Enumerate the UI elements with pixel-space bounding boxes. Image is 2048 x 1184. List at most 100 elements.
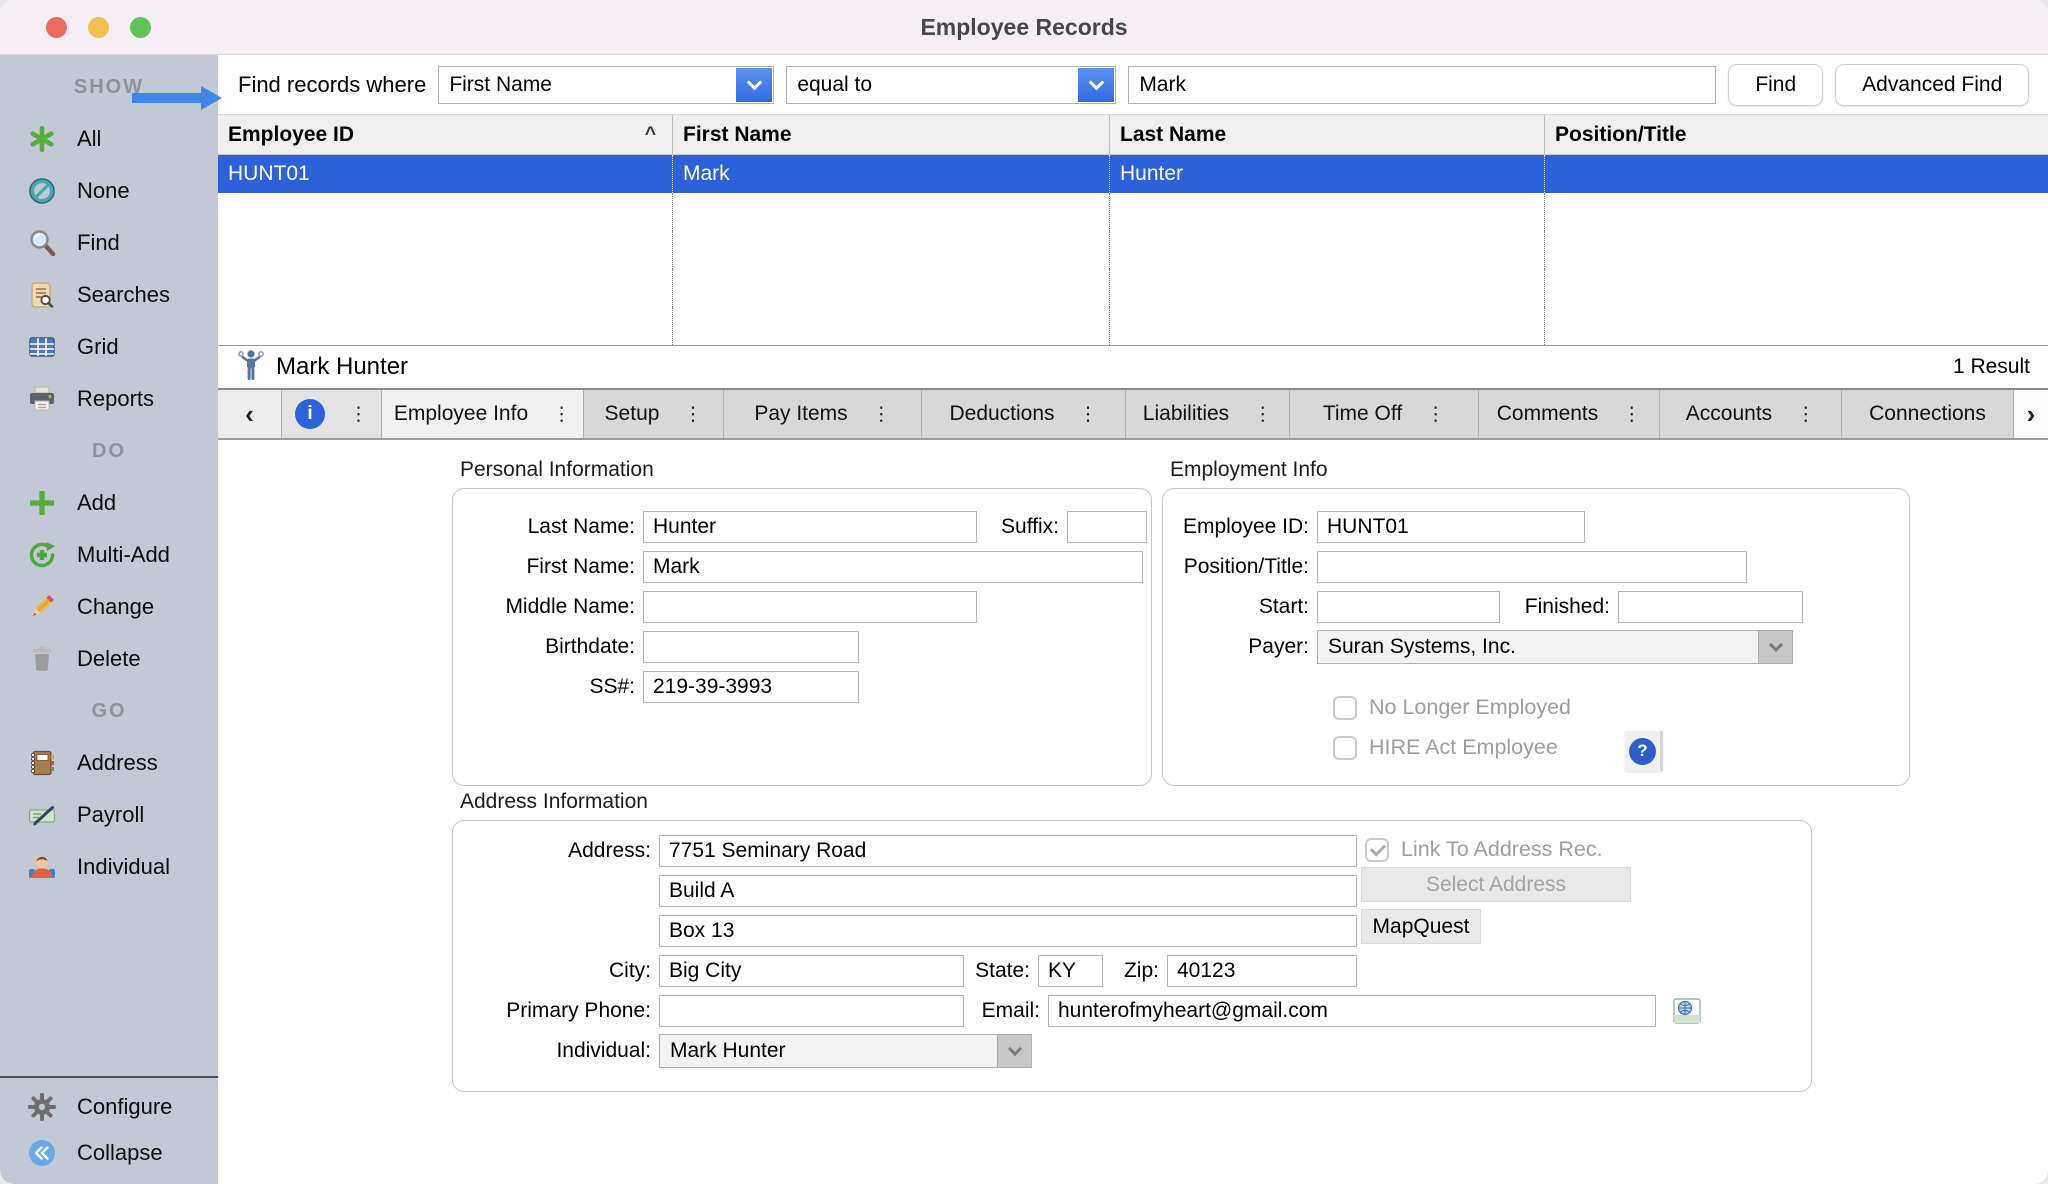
- select-address-button[interactable]: Select Address: [1361, 867, 1631, 902]
- email-www-icon[interactable]: [1672, 997, 1702, 1025]
- gear-icon: [26, 1091, 58, 1123]
- first-name-label: First Name:: [453, 555, 643, 579]
- city-field[interactable]: [659, 955, 964, 987]
- column-header-position-title[interactable]: Position/Title: [1545, 115, 2048, 154]
- state-label: State:: [964, 959, 1038, 983]
- mapquest-button[interactable]: MapQuest: [1361, 909, 1481, 944]
- sidebar-item-add[interactable]: Add: [0, 477, 218, 529]
- close-window-button[interactable]: [46, 17, 67, 38]
- zip-field[interactable]: [1167, 955, 1357, 987]
- sidebar-item-delete[interactable]: Delete: [0, 633, 218, 685]
- last-name-field[interactable]: [643, 511, 977, 543]
- email-field[interactable]: [1048, 995, 1656, 1027]
- sort-ascending-icon[interactable]: ^: [645, 124, 656, 146]
- sidebar-item-change[interactable]: Change: [0, 581, 218, 633]
- tab-menu-dots-icon[interactable]: ⋮: [1622, 403, 1641, 426]
- tab-menu-dots-icon[interactable]: ⋮: [872, 403, 891, 426]
- tab-employee-info[interactable]: Employee Info⋮: [382, 390, 584, 438]
- sidebar-item-label: Grid: [77, 334, 119, 360]
- tab-record-info[interactable]: i ⋮: [282, 390, 382, 438]
- no-longer-employed-checkbox[interactable]: [1333, 696, 1357, 720]
- tab-menu-dots-icon[interactable]: ⋮: [349, 403, 368, 426]
- address-line3-field[interactable]: [659, 915, 1357, 947]
- sidebar-item-none[interactable]: None: [0, 165, 218, 217]
- link-to-address-label: Link To Address Rec.: [1401, 837, 1603, 862]
- trash-icon: [26, 643, 58, 675]
- tab-menu-dots-icon[interactable]: ⋮: [683, 403, 702, 426]
- tab-menu-dots-icon[interactable]: ⋮: [1426, 403, 1445, 426]
- link-to-address-checkbox[interactable]: [1365, 838, 1389, 862]
- table-row-empty[interactable]: [218, 193, 2048, 231]
- sidebar-item-collapse[interactable]: Collapse: [0, 1130, 218, 1176]
- tab-liabilities[interactable]: Liabilities⋮: [1126, 390, 1290, 438]
- employee-id-field[interactable]: [1317, 511, 1585, 543]
- tab-menu-dots-icon[interactable]: ⋮: [1253, 403, 1272, 426]
- cell-last-name: Hunter: [1110, 155, 1545, 193]
- sidebar-item-all[interactable]: All: [0, 113, 218, 165]
- sidebar-item-reports[interactable]: Reports: [0, 373, 218, 425]
- address-line2-field[interactable]: [659, 875, 1357, 907]
- sidebar-item-address[interactable]: Address: [0, 737, 218, 789]
- tab-menu-dots-icon[interactable]: ⋮: [1796, 403, 1815, 426]
- advanced-find-button[interactable]: Advanced Find: [1835, 64, 2029, 106]
- personal-information-group: Personal Information Last Name: Suffix: …: [452, 458, 1152, 786]
- first-name-field[interactable]: [643, 551, 1143, 583]
- middle-name-label: Middle Name:: [453, 595, 643, 619]
- tab-connections[interactable]: Connections: [1842, 390, 2014, 438]
- primary-phone-field[interactable]: [659, 995, 964, 1027]
- ssn-field[interactable]: [643, 671, 859, 703]
- finished-date-field[interactable]: [1618, 591, 1803, 623]
- find-value-input[interactable]: [1128, 66, 1716, 104]
- middle-name-field[interactable]: [643, 591, 977, 623]
- sidebar-item-individual[interactable]: Individual: [0, 841, 218, 893]
- tab-time-off[interactable]: Time Off⋮: [1290, 390, 1479, 438]
- individual-select[interactable]: Mark Hunter: [659, 1034, 1032, 1068]
- find-bar: Find records where First Name equal to F…: [218, 55, 2048, 115]
- address-line1-field[interactable]: [659, 835, 1357, 867]
- chevron-down-icon: [997, 1035, 1031, 1067]
- minimize-window-button[interactable]: [88, 17, 109, 38]
- position-title-field[interactable]: [1317, 551, 1747, 583]
- sidebar-item-find[interactable]: Find: [0, 217, 218, 269]
- tab-accounts[interactable]: Accounts⋮: [1660, 390, 1842, 438]
- suffix-field[interactable]: [1067, 511, 1147, 543]
- tab-pay-items[interactable]: Pay Items⋮: [724, 390, 922, 438]
- tab-setup[interactable]: Setup⋮: [584, 390, 724, 438]
- payer-select[interactable]: Suran Systems, Inc.: [1317, 630, 1793, 664]
- sidebar-item-grid[interactable]: Grid: [0, 321, 218, 373]
- column-header-employee-id[interactable]: Employee ID ^: [218, 115, 673, 154]
- hire-act-help-button[interactable]: ?: [1625, 731, 1663, 771]
- sidebar-item-configure[interactable]: Configure: [0, 1084, 218, 1130]
- hire-act-row: HIRE Act Employee: [1333, 735, 1558, 760]
- find-field-select[interactable]: First Name: [438, 66, 774, 104]
- tab-menu-dots-icon[interactable]: ⋮: [552, 403, 571, 426]
- find-pointer-arrow: [132, 93, 202, 103]
- find-operator-select[interactable]: equal to: [786, 66, 1116, 104]
- start-date-field[interactable]: [1317, 591, 1500, 623]
- find-button[interactable]: Find: [1728, 64, 1823, 106]
- table-row-empty[interactable]: [218, 269, 2048, 307]
- table-row-empty[interactable]: [218, 231, 2048, 269]
- column-header-last-name[interactable]: Last Name: [1110, 115, 1545, 154]
- sidebar-item-multi-add[interactable]: Multi-Add: [0, 529, 218, 581]
- info-icon: i: [295, 399, 325, 429]
- sidebar-item-payroll[interactable]: Payroll: [0, 789, 218, 841]
- zip-label: Zip:: [1103, 959, 1167, 983]
- tab-menu-dots-icon[interactable]: ⋮: [1079, 403, 1098, 426]
- zoom-window-button[interactable]: [130, 17, 151, 38]
- column-header-first-name[interactable]: First Name: [673, 115, 1110, 154]
- hire-act-checkbox[interactable]: [1333, 736, 1357, 760]
- table-row-selected[interactable]: HUNT01 Mark Hunter: [218, 155, 2048, 193]
- individual-value: Mark Hunter: [660, 1035, 997, 1067]
- individual-label: Individual:: [453, 1039, 659, 1063]
- table-row-empty[interactable]: [218, 307, 2048, 345]
- tabs-scroll-left-button[interactable]: ‹: [218, 390, 282, 438]
- sidebar-item-searches[interactable]: Searches: [0, 269, 218, 321]
- tabs-scroll-right-button[interactable]: ›: [2014, 390, 2048, 438]
- state-field[interactable]: [1038, 955, 1103, 987]
- tab-deductions[interactable]: Deductions⋮: [922, 390, 1126, 438]
- tab-comments[interactable]: Comments⋮: [1479, 390, 1660, 438]
- birthdate-field[interactable]: [643, 631, 859, 663]
- grid-table-icon: [26, 331, 58, 363]
- sidebar-item-label: Multi-Add: [77, 542, 170, 568]
